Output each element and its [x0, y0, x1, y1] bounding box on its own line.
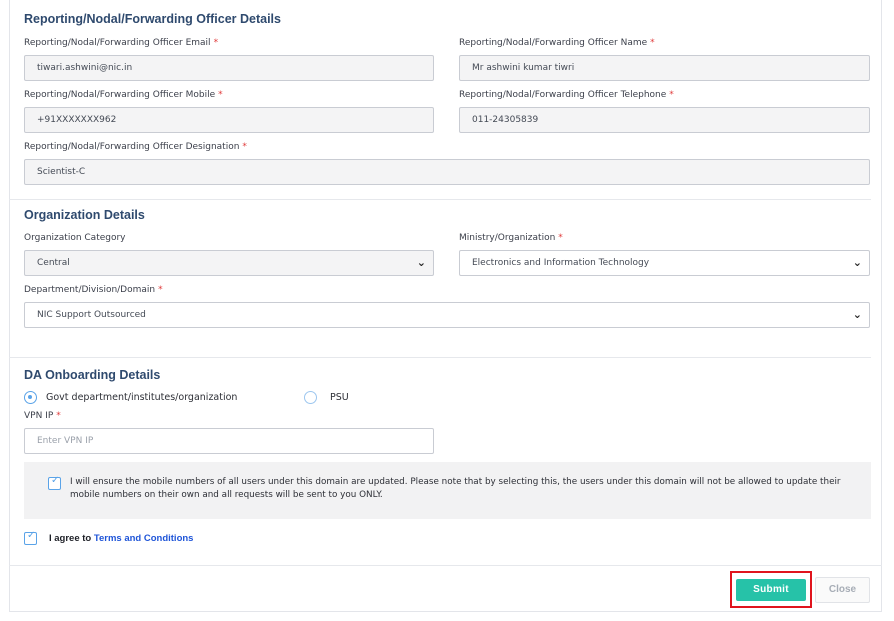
organization-section-title: Organization Details: [24, 208, 145, 222]
reporting-section-title: Reporting/Nodal/Forwarding Officer Detai…: [24, 12, 281, 26]
checkbox-check-icon: ✓: [27, 530, 36, 541]
submit-button[interactable]: Submit: [736, 579, 806, 601]
org-category-label: Organization Category: [24, 233, 126, 243]
officer-email-label: Reporting/Nodal/Forwarding Officer Email…: [24, 38, 219, 48]
officer-email-field[interactable]: tiwari.ashwini@nic.in: [24, 55, 434, 81]
officer-name-label: Reporting/Nodal/Forwarding Officer Name *: [459, 38, 655, 48]
mobile-update-notice-text: I will ensure the mobile numbers of all …: [70, 477, 841, 500]
footer-divider: [9, 565, 882, 566]
radio-govt[interactable]: [24, 391, 37, 404]
chevron-down-icon: ⌄: [852, 308, 862, 321]
officer-designation-field[interactable]: Scientist-C: [24, 159, 870, 185]
officer-mobile-field[interactable]: +91XXXXXXX962: [24, 107, 434, 133]
section-divider: [9, 199, 871, 200]
department-select[interactable]: NIC Support Outsourced ⌄: [24, 302, 870, 328]
terms-link[interactable]: Terms and Conditions: [94, 533, 194, 544]
onboarding-section-title: DA Onboarding Details: [24, 368, 161, 382]
terms-checkbox[interactable]: ✓: [24, 530, 37, 545]
ministry-label: Ministry/Organization *: [459, 233, 563, 243]
submit-highlight: Submit: [730, 571, 812, 608]
ministry-select[interactable]: Electronics and Information Technology ⌄: [459, 250, 870, 276]
officer-telephone-label: Reporting/Nodal/Forwarding Officer Telep…: [459, 90, 674, 100]
department-label: Department/Division/Domain *: [24, 285, 163, 295]
chevron-down-icon: ⌄: [416, 256, 426, 269]
org-category-select[interactable]: Central ⌄: [24, 250, 434, 276]
radio-psu[interactable]: [304, 391, 317, 404]
close-button[interactable]: Close: [815, 577, 870, 603]
officer-telephone-field[interactable]: 011-24305839: [459, 107, 870, 133]
section-divider: [9, 357, 871, 358]
radio-selected-icon: [28, 395, 32, 399]
vpn-ip-label: VPN IP *: [24, 411, 61, 421]
officer-mobile-label: Reporting/Nodal/Forwarding Officer Mobil…: [24, 90, 223, 100]
officer-name-field[interactable]: Mr ashwini kumar tiwri: [459, 55, 870, 81]
chevron-down-icon: ⌄: [852, 256, 862, 269]
terms-agree-text: I agree to Terms and Conditions: [49, 533, 194, 544]
radio-psu-label: PSU: [330, 392, 349, 403]
vpn-ip-input[interactable]: Enter VPN IP: [24, 428, 434, 454]
officer-designation-label: Reporting/Nodal/Forwarding Officer Desig…: [24, 142, 247, 152]
radio-govt-label: Govt department/institutes/organization: [46, 392, 238, 403]
